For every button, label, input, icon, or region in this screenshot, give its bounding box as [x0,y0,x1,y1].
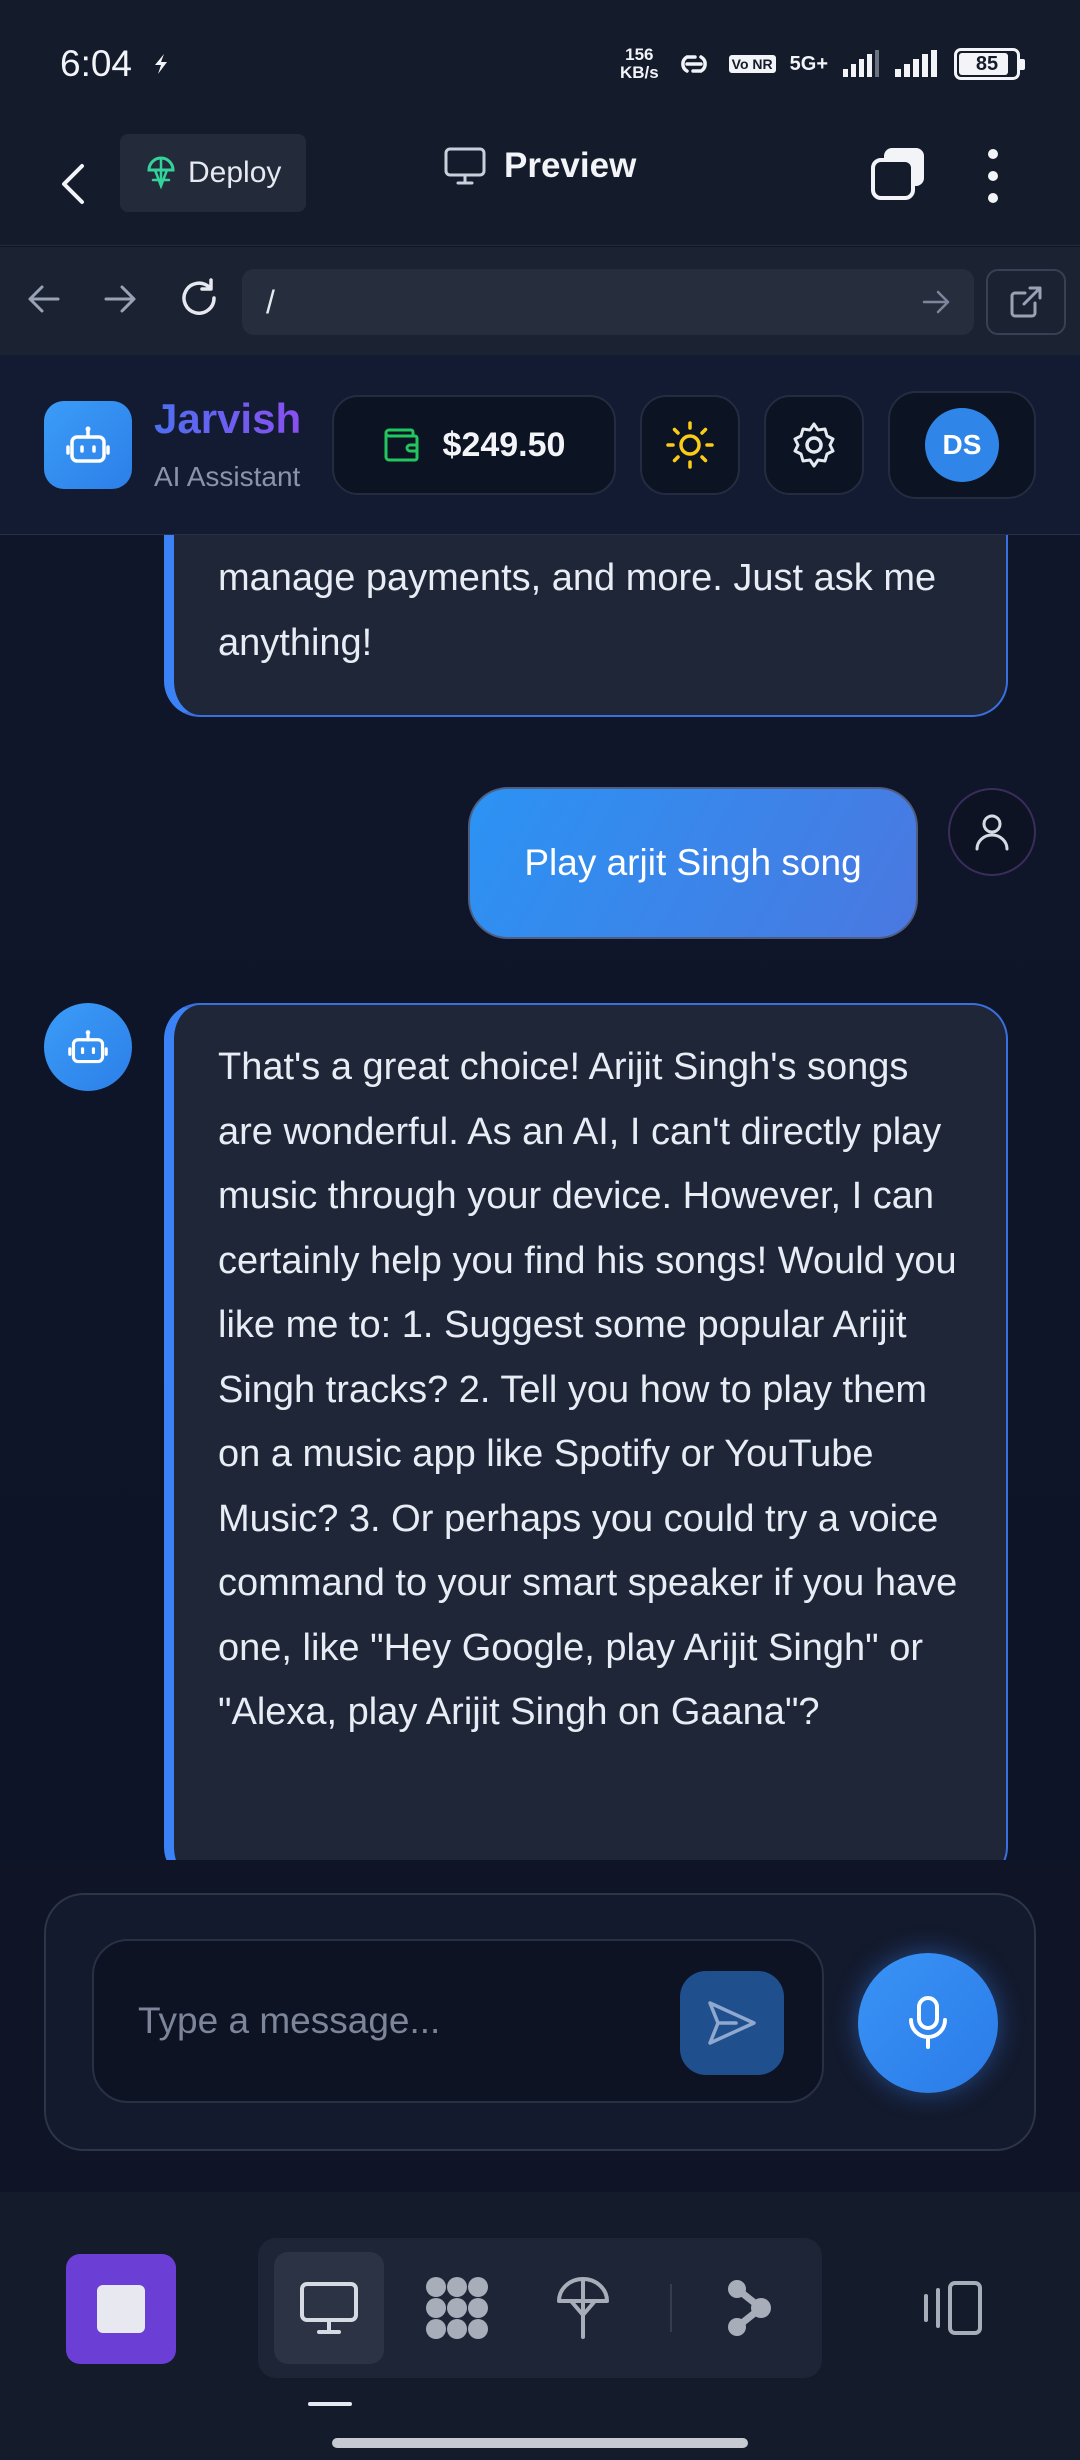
battery-level: 85 [975,52,999,75]
app-bar: Deploy Preview [0,128,1080,246]
browser-bar: / [0,247,1080,355]
robot-icon [68,1027,108,1067]
app-logo [44,401,132,489]
status-time: 6:04 [60,43,133,84]
assistant-header: Jarvish AI Assistant $249.50 DS [0,355,1080,535]
assistant-message: That's a great choice! Arijit Singh's so… [164,1003,1008,1860]
url-input[interactable]: / [242,269,974,335]
stop-icon [97,2285,145,2333]
gear-icon [789,420,839,470]
balance-amount: $249.50 [442,425,566,464]
external-link-icon [1009,285,1043,319]
brand-name: Jarvish [154,395,302,442]
preview-view-button[interactable] [274,2252,384,2364]
go-arrow-icon[interactable] [922,290,950,314]
user-message-text: Play arjit Singh song [524,842,862,883]
volte-indicator: Vo NR [728,55,776,73]
user-message: Play arjit Singh song [468,787,918,939]
blocks-icon [422,2273,492,2343]
microphone-icon [906,1995,950,2051]
assistant-message-text: manage payments, and more. Just ask me a… [218,557,937,664]
reload-icon[interactable] [178,277,220,319]
home-indicator[interactable] [332,2438,748,2448]
tabs-button[interactable] [870,146,928,202]
back-button[interactable] [58,154,98,214]
browser-back-icon[interactable] [26,281,62,317]
link-icon [673,49,715,79]
assistant-message: manage payments, and more. Just ask me a… [164,535,1008,717]
deploy-icon [555,2275,611,2341]
robot-icon [66,423,110,467]
voice-input-button[interactable] [858,1953,998,2093]
network-type: 5G+ [789,52,828,75]
signal-icon-1 [842,49,880,79]
code-view-button[interactable] [402,2252,512,2364]
share-nodes-icon [725,2277,773,2339]
wallet-icon [383,427,421,463]
user-avatar [948,788,1036,876]
theme-toggle-button[interactable] [640,395,740,495]
network-speed: 156 KB/s [619,45,659,82]
panel-toggle-button[interactable] [920,2280,984,2336]
status-bar: 6:04 156 KB/s Vo NR 5G+ 85 [0,0,1080,128]
assistant-avatar [44,1003,132,1091]
assistant-message-text: That's a great choice! Arijit Singh's so… [218,1046,958,1733]
stop-button[interactable] [66,2254,176,2364]
sidebar-panel-icon [920,2280,984,2336]
send-button[interactable] [680,1971,784,2075]
settings-button[interactable] [764,395,864,495]
sun-icon [665,420,715,470]
url-text: / [266,283,275,320]
brand-subtitle: AI Assistant [154,461,301,492]
profile-button[interactable]: DS [888,391,1036,499]
deploy-button[interactable]: Deploy [120,134,306,212]
active-tab-indicator [308,2402,352,2406]
signal-icon-2 [894,49,940,79]
open-external-button[interactable] [986,269,1066,335]
deploy-view-button[interactable] [528,2252,638,2364]
monitor-icon [299,2281,359,2335]
more-menu-button[interactable] [985,148,1001,204]
chat-messages[interactable]: manage payments, and more. Just ask me a… [0,535,1080,1860]
monitor-icon [444,147,486,185]
wallet-balance-button[interactable]: $249.50 [332,395,616,495]
deploy-icon [146,156,176,190]
share-view-button[interactable] [694,2252,804,2364]
bottom-toolbar [0,2192,1080,2460]
avatar: DS [925,408,999,482]
data-saver-icon [150,52,172,76]
send-icon [706,1999,758,2047]
toolbar-divider [670,2284,672,2332]
battery-icon: 85 [954,48,1025,80]
view-switcher [258,2238,822,2378]
message-composer [44,1893,1036,2151]
preview-title: Preview [444,146,636,186]
deploy-label: Deploy [188,156,282,189]
user-icon [974,812,1010,852]
browser-forward-icon[interactable] [102,281,138,317]
